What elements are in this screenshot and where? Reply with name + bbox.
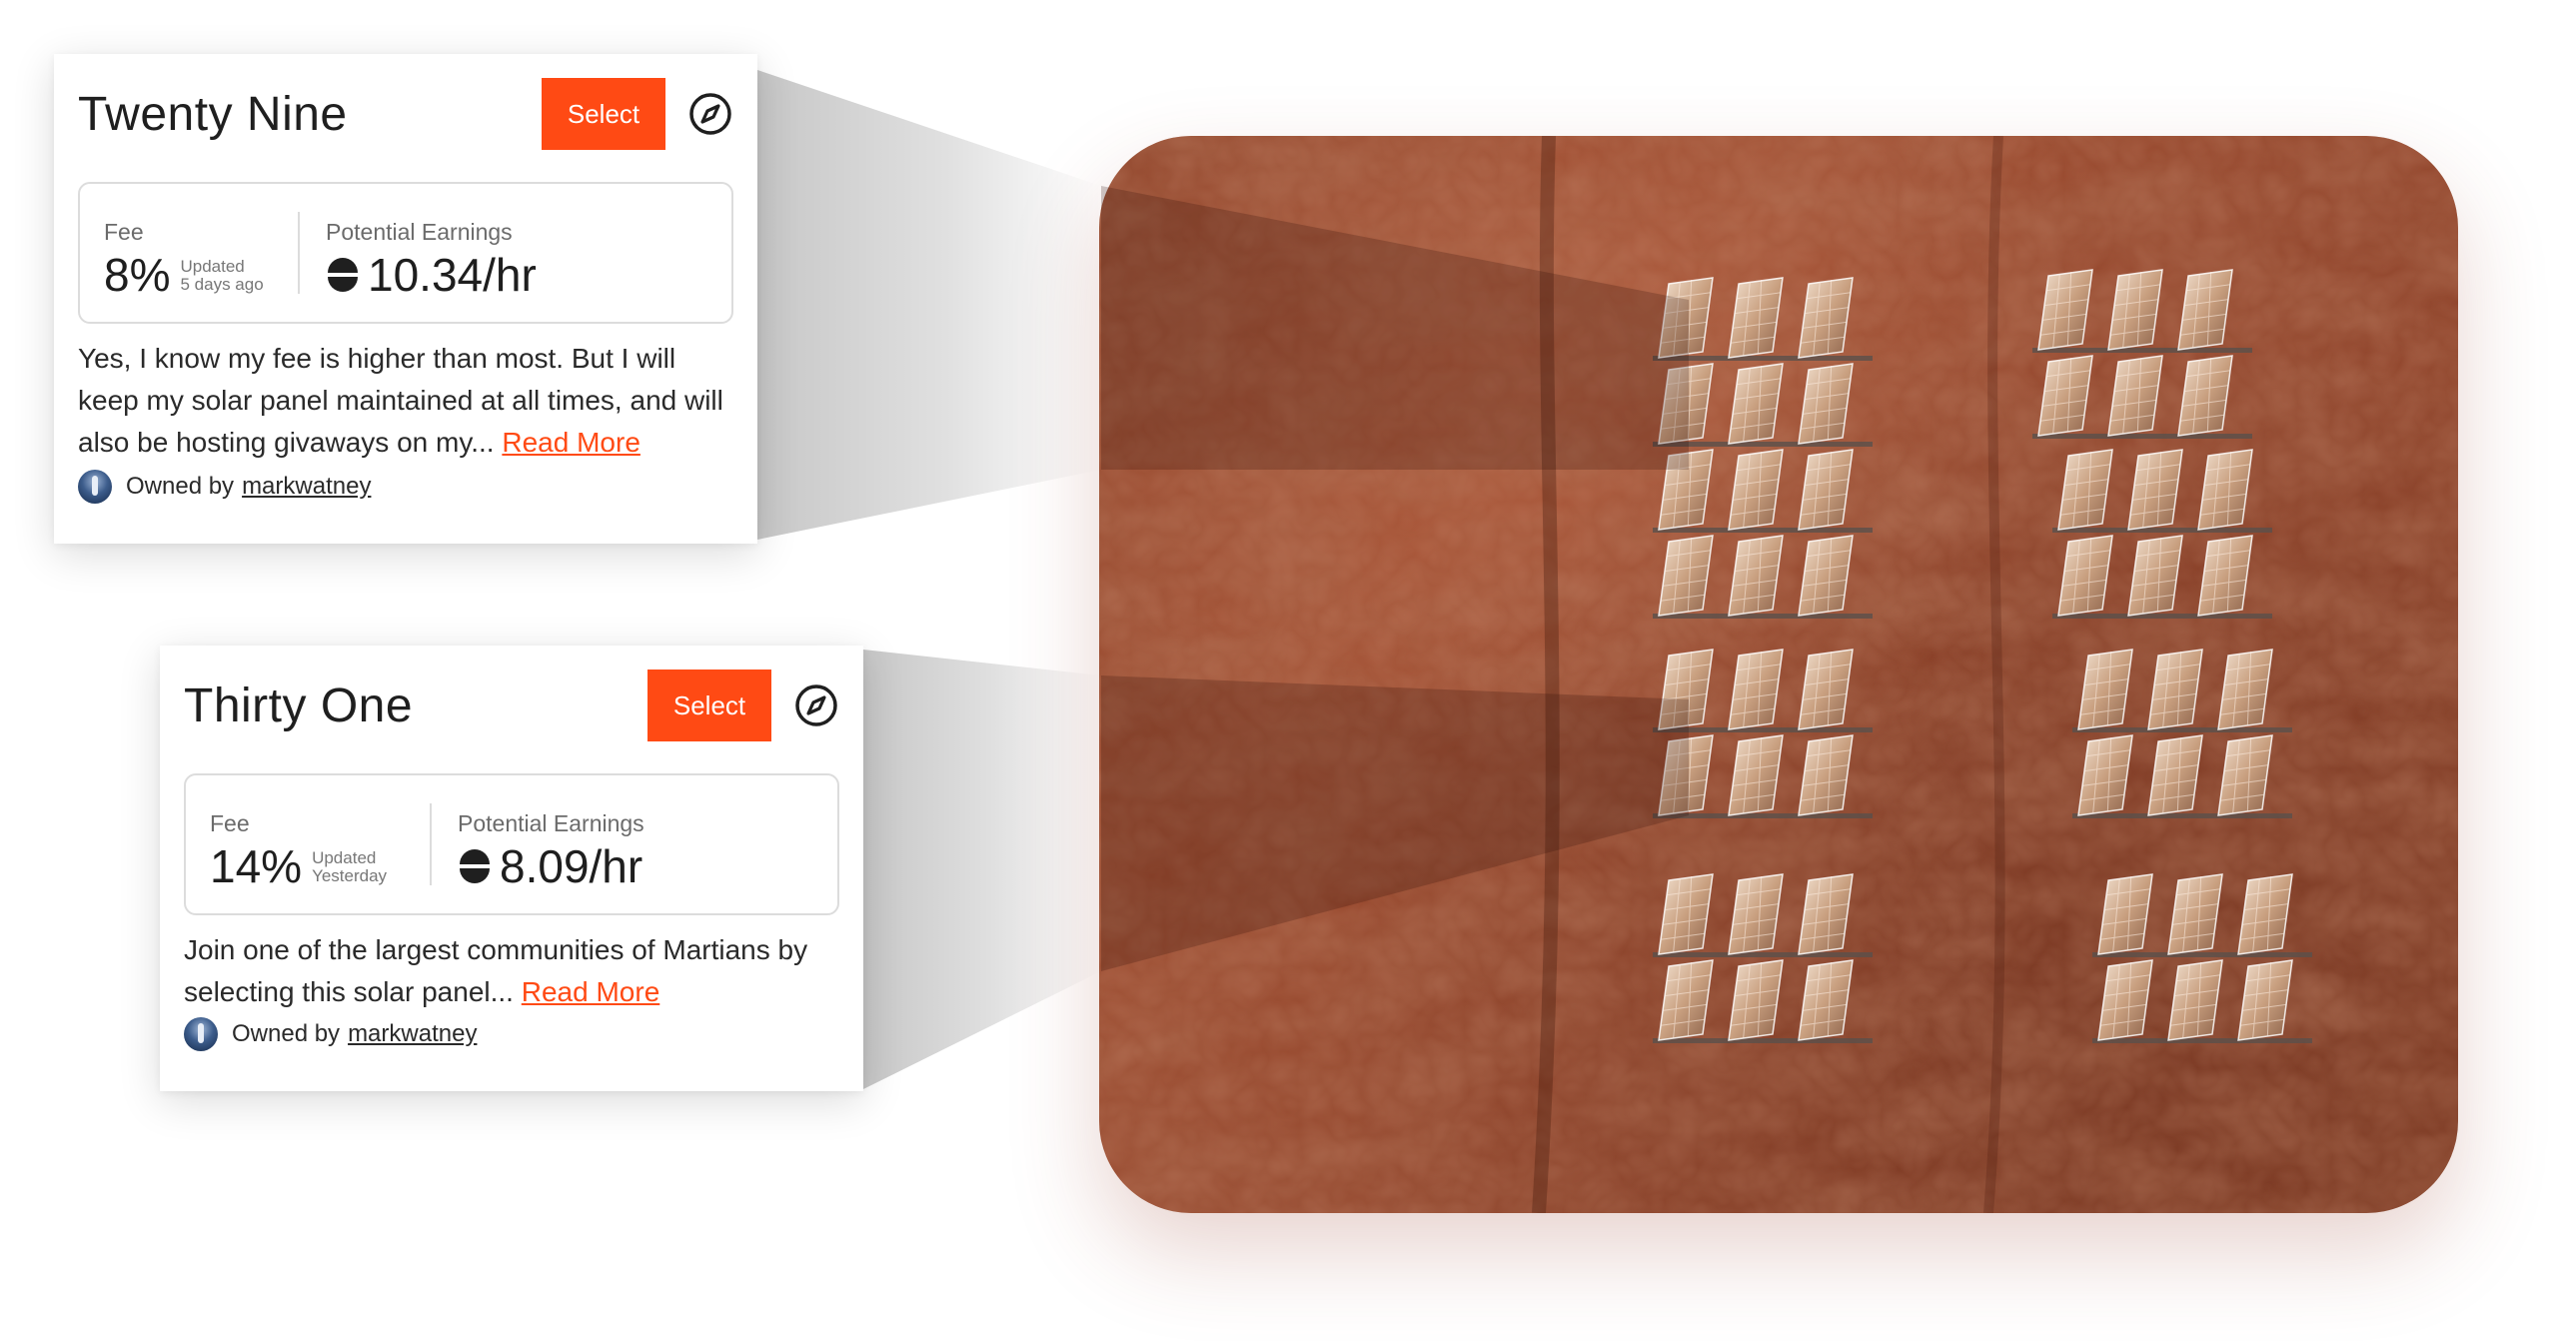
owner-link[interactable]: markwatney [242, 473, 371, 501]
card-header: Twenty Nine Select [78, 78, 733, 150]
updated-info: Updated Yesterday [312, 849, 387, 885]
panel-title: Twenty Nine [78, 87, 348, 141]
panel-rail [1653, 1038, 1873, 1043]
avatar [184, 1017, 218, 1051]
earnings-value: 8.09/hr [500, 840, 644, 892]
updated-when: 5 days ago [180, 275, 264, 294]
panel-rail [1653, 442, 1873, 447]
panel-title: Thirty One [184, 678, 414, 732]
owner-link[interactable]: markwatney [348, 1020, 477, 1048]
stats-divider [298, 212, 300, 294]
fee-value: 14% [210, 840, 303, 892]
stats-box: Fee 8% Updated 5 days ago Potential Earn… [78, 182, 733, 324]
coin-icon [328, 258, 358, 292]
compass-icon[interactable] [687, 91, 733, 137]
updated-info: Updated 5 days ago [180, 258, 263, 294]
earnings-label: Potential Earnings [458, 810, 644, 836]
read-more-link[interactable]: Read More [522, 976, 660, 1007]
select-button[interactable]: Select [542, 78, 665, 150]
panel-rail [2092, 1038, 2312, 1043]
description-text: Join one of the largest communities of M… [184, 934, 808, 1007]
updated-label: Updated [180, 257, 245, 276]
panel-rail [2072, 727, 2292, 732]
panel-description: Join one of the largest communities of M… [184, 929, 839, 1013]
owned-by-label: Owned by [232, 1020, 341, 1047]
fee-block: Fee 8% Updated 5 days ago [104, 218, 264, 300]
fee-block: Fee 14% Updated Yesterday [210, 809, 387, 891]
panel-rail [1653, 614, 1873, 619]
card-header: Thirty One Select [184, 670, 839, 741]
updated-when: Yesterday [312, 866, 388, 885]
earnings-block: Potential Earnings 8.09/hr [458, 809, 644, 891]
panel-rail [2072, 813, 2292, 818]
panel-rail [2052, 528, 2272, 533]
avatar [78, 470, 112, 504]
panel-rail [2052, 614, 2272, 619]
panel-rail [2032, 434, 2252, 439]
earnings-value: 10.34/hr [368, 249, 537, 301]
panel-rail [2092, 952, 2312, 957]
panel-rail [1653, 727, 1873, 732]
solar-panel-card: Twenty Nine Select Fee 8% Updated 5 days… [54, 54, 757, 544]
earnings-block: Potential Earnings 10.34/hr [326, 218, 537, 300]
owner-row: Owned by markwatney [184, 1017, 477, 1051]
stats-box: Fee 14% Updated Yesterday Potential Earn… [184, 773, 839, 915]
fee-label: Fee [104, 219, 144, 245]
stats-divider [430, 803, 432, 885]
panel-description: Yes, I know my fee is higher than most. … [78, 338, 733, 464]
panel-rail [1653, 528, 1873, 533]
select-button[interactable]: Select [647, 670, 771, 741]
terrain-texture [1099, 136, 2458, 1213]
mars-terrain-map [1099, 136, 2458, 1213]
panel-rail [1653, 356, 1873, 361]
compass-icon[interactable] [793, 682, 839, 728]
updated-label: Updated [312, 848, 377, 867]
fee-label: Fee [210, 810, 250, 836]
fee-value: 8% [104, 249, 171, 301]
panel-rail [2032, 348, 2252, 353]
coin-icon [460, 849, 490, 883]
panel-rail [1653, 952, 1873, 957]
owned-by-label: Owned by [126, 473, 235, 500]
owner-row: Owned by markwatney [78, 470, 371, 504]
read-more-link[interactable]: Read More [502, 427, 641, 458]
solar-panel-card: Thirty One Select Fee 14% Updated Yester… [160, 646, 863, 1091]
earnings-label: Potential Earnings [326, 219, 513, 245]
panel-rail [1653, 813, 1873, 818]
